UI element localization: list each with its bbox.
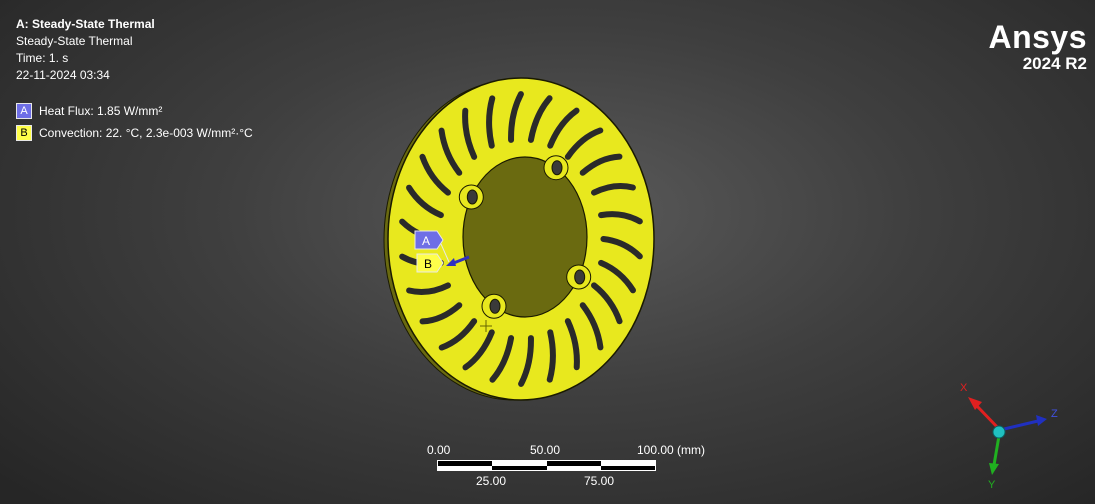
svg-text:Y: Y [988, 479, 996, 491]
scale-label-75: 75.00 [584, 474, 615, 488]
svg-text:Z: Z [1051, 408, 1058, 420]
heat-flux-tag[interactable]: A [414, 230, 444, 250]
y-axis-icon: Y [988, 429, 1002, 491]
bolt-hole [466, 189, 478, 205]
model-viewport[interactable]: A B [0, 0, 1095, 504]
bolt-hole [489, 298, 501, 314]
scale-label-25: 25.00 [476, 474, 507, 488]
scale-label-50: 50.00 [530, 443, 561, 457]
z-axis-icon: Z [999, 408, 1058, 432]
tag-b-label: B [424, 257, 432, 271]
tag-a-label: A [422, 234, 430, 248]
x-axis-icon: X [960, 382, 1002, 432]
scale-bar-graphic [437, 460, 656, 471]
cooling-slot [486, 95, 496, 149]
cooling-slot [546, 329, 556, 383]
scale-label-0: 0.00 [427, 443, 451, 457]
axis-triad[interactable]: X Z Y [950, 375, 1070, 495]
scale-label-100: 100.00 (mm) [637, 443, 706, 457]
scale-bar: 0.00 50.00 100.00 (mm) 25.00 75.00 [427, 443, 730, 493]
bolt-hole [551, 160, 563, 176]
bolt-hole [574, 269, 586, 285]
triad-origin-icon [992, 425, 1006, 439]
convection-tag[interactable]: B [416, 253, 444, 273]
svg-text:X: X [960, 382, 968, 394]
